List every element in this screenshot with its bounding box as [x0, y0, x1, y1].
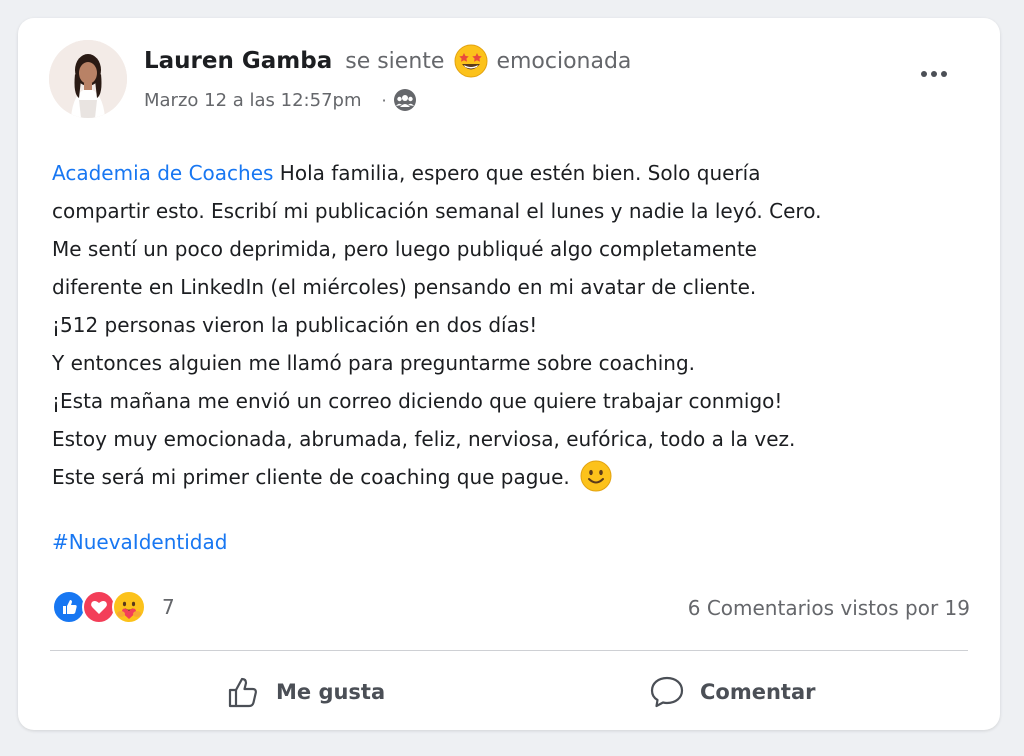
thumbs-up-icon: [228, 677, 257, 708]
more-options-button[interactable]: [914, 60, 954, 88]
comment-bubble-icon: [650, 676, 684, 708]
post-line: compartir esto. Escribí mi publicación s…: [52, 199, 822, 223]
avatar[interactable]: [49, 40, 127, 118]
author-line: Lauren Gamba se siente emocionada: [144, 44, 631, 78]
reaction-count: 7: [162, 595, 175, 619]
dot-icon: [941, 71, 947, 77]
feeling-label: emocionada: [496, 48, 632, 74]
post-text: Academia de Coaches Hola familia, espero…: [52, 154, 982, 496]
feeling-prefix: se siente: [345, 48, 445, 74]
like-label: Me gusta: [276, 680, 386, 704]
love-icon: [82, 590, 116, 624]
post-line: ¡Esta mañana me envió un correo diciendo…: [52, 389, 783, 413]
post-line-text: Este será mi primer cliente de coaching …: [52, 465, 570, 489]
post-line: ¡512 personas vieron la publicación en d…: [52, 313, 538, 337]
post-line-text: Hola familia, espero que estén bien. Sol…: [273, 161, 761, 185]
star-struck-emoji-icon: [454, 44, 488, 78]
group-mention-link[interactable]: Academia de Coaches: [52, 161, 273, 185]
post-line: Estoy muy emocionada, abrumada, feliz, n…: [52, 427, 796, 451]
smile-emoji-icon: [580, 460, 612, 492]
like-button[interactable]: Me gusta: [224, 670, 385, 714]
dot-icon: [921, 71, 927, 77]
post-card: Lauren Gamba se siente emocionada Marzo …: [18, 18, 1000, 730]
reactions-summary[interactable]: 7: [52, 590, 175, 624]
comment-label: Comentar: [700, 680, 816, 704]
divider: [50, 650, 968, 651]
post-line: Academia de Coaches Hola familia, espero…: [52, 154, 982, 192]
author-name[interactable]: Lauren Gamba: [144, 48, 332, 74]
post-line: Y entonces alguien me llamó para pregunt…: [52, 351, 696, 375]
post-line: Me sentí un poco deprimida, pero luego p…: [52, 237, 757, 261]
hashtag-link[interactable]: #NuevaIdentidad: [52, 530, 227, 554]
comment-button[interactable]: Comentar: [648, 670, 815, 714]
post-line: diferente en LinkedIn (el miércoles) pen…: [52, 275, 757, 299]
post-meta: Marzo 12 a las 12:57pm ·: [144, 88, 417, 112]
dot-icon: [931, 71, 937, 77]
care-icon: [112, 590, 146, 624]
group-icon[interactable]: [393, 88, 417, 112]
comments-views-stats[interactable]: 6 Comentarios vistos por 19: [688, 596, 970, 620]
timestamp[interactable]: Marzo 12 a las 12:57pm: [144, 90, 362, 111]
meta-separator: ·: [381, 90, 387, 110]
like-icon: [52, 590, 86, 624]
post-line: Este será mi primer cliente de coaching …: [52, 458, 982, 496]
